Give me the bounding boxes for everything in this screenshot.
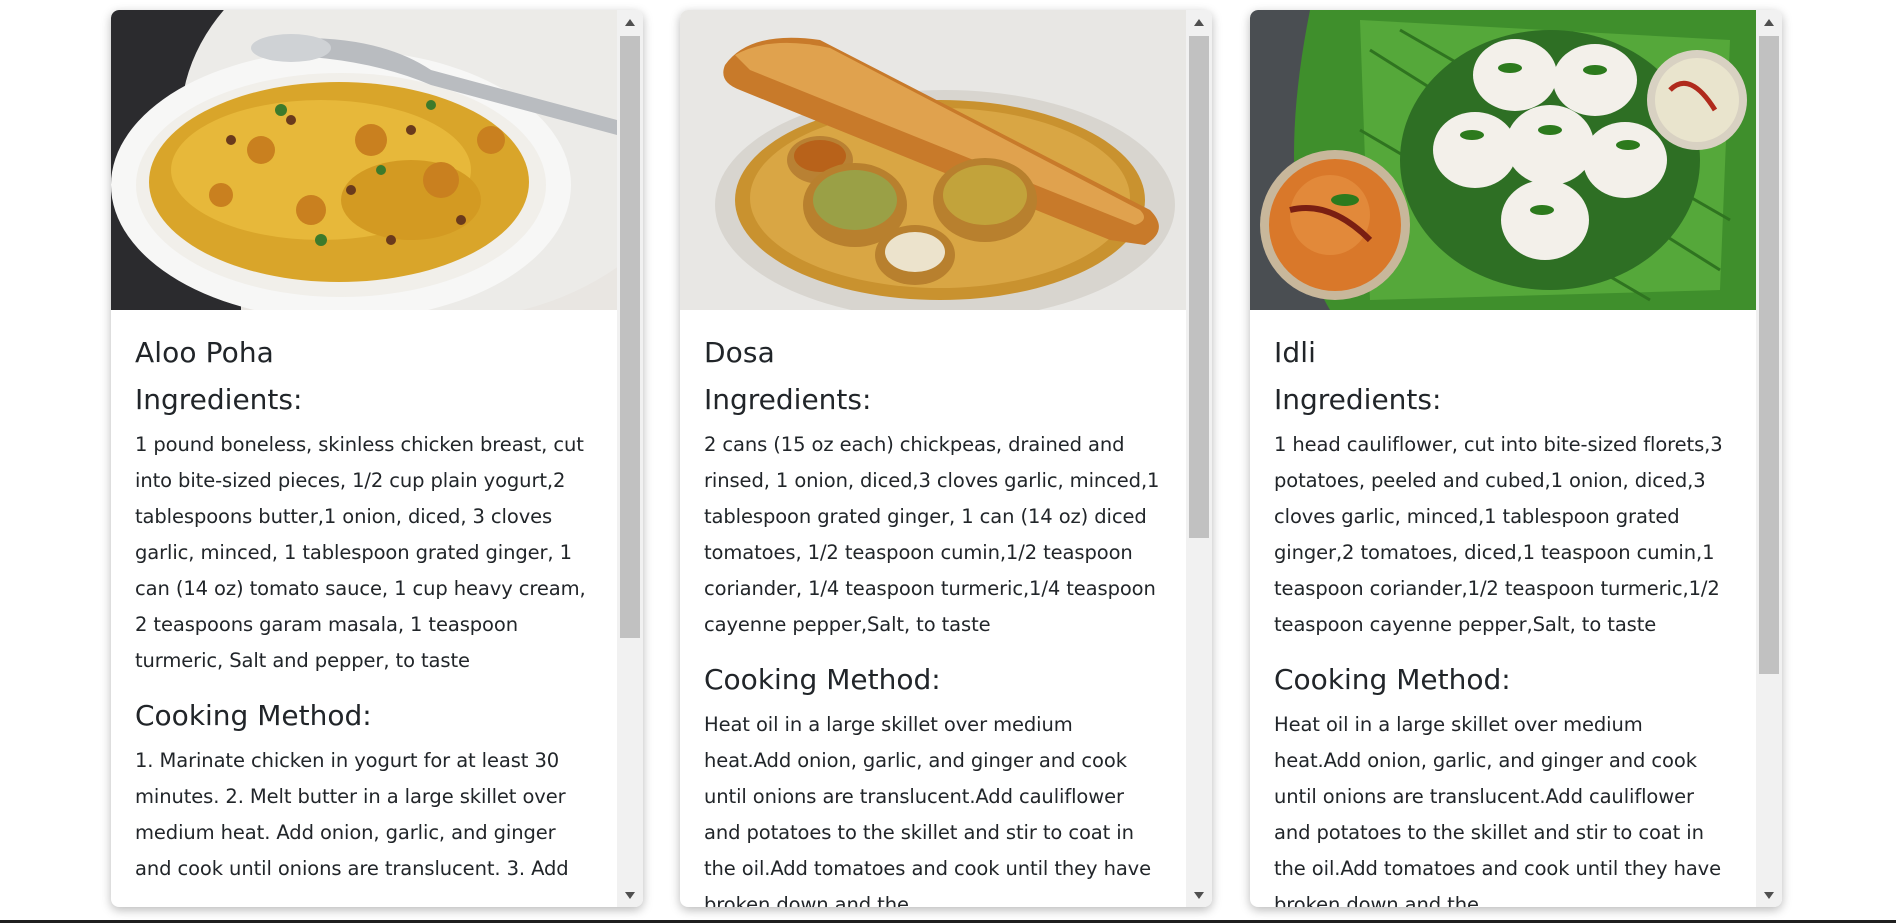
card-scrollbar[interactable]	[617, 10, 643, 907]
recipe-page: Aloo Poha Ingredients: 1 pound boneless,…	[0, 0, 1896, 923]
ingredients-heading: Ingredients:	[135, 383, 303, 416]
ingredients-text: 1 head cauliflower, cut into bite-sized …	[1274, 433, 1723, 636]
recipe-title: Dosa	[704, 336, 775, 369]
cooking-method-heading: Cooking Method:	[1274, 663, 1511, 696]
cooking-method-text: Heat oil in a large skillet over medium …	[704, 713, 1152, 907]
cooking-method-heading: Cooking Method:	[135, 699, 372, 732]
cooking-method-heading: Cooking Method:	[704, 663, 941, 696]
scroll-up-arrow-icon[interactable]	[1756, 10, 1782, 34]
ingredients-heading: Ingredients:	[1274, 383, 1442, 416]
cooking-method-text: 1. Marinate chicken in yogurt for at lea…	[135, 749, 569, 880]
recipe-card-content[interactable]: Idli Ingredients: 1 head cauliflower, cu…	[1250, 10, 1756, 907]
recipe-card-dosa: Dosa Ingredients: 2 cans (15 oz each) ch…	[680, 10, 1212, 907]
recipe-card-content[interactable]: Aloo Poha Ingredients: 1 pound boneless,…	[111, 10, 617, 907]
scroll-down-arrow-icon[interactable]	[617, 883, 643, 907]
scroll-down-arrow-icon[interactable]	[1186, 883, 1212, 907]
card-scrollbar[interactable]	[1186, 10, 1212, 907]
scrollbar-thumb[interactable]	[1759, 36, 1779, 674]
ingredients-text: 1 pound boneless, skinless chicken breas…	[135, 433, 586, 672]
recipe-image-idli	[1250, 10, 1756, 310]
ingredients-heading: Ingredients:	[704, 383, 872, 416]
recipe-image-dosa	[680, 10, 1186, 310]
ingredients-text: 2 cans (15 oz each) chickpeas, drained a…	[704, 433, 1160, 636]
recipe-card-body: Idli Ingredients: 1 head cauliflower, cu…	[1274, 332, 1734, 907]
scrollbar-thumb[interactable]	[620, 36, 640, 638]
cooking-method-text: Heat oil in a large skillet over medium …	[1274, 713, 1722, 907]
recipe-title: Aloo Poha	[135, 336, 274, 369]
scrollbar-thumb[interactable]	[1189, 36, 1209, 538]
recipe-card-aloo-poha: Aloo Poha Ingredients: 1 pound boneless,…	[111, 10, 643, 907]
recipe-card-content[interactable]: Dosa Ingredients: 2 cans (15 oz each) ch…	[680, 10, 1186, 907]
card-scrollbar[interactable]	[1756, 10, 1782, 907]
recipe-card-body: Dosa Ingredients: 2 cans (15 oz each) ch…	[704, 332, 1164, 907]
scroll-down-arrow-icon[interactable]	[1756, 883, 1782, 907]
recipe-title: Idli	[1274, 336, 1316, 369]
recipe-card-body: Aloo Poha Ingredients: 1 pound boneless,…	[135, 332, 595, 903]
scroll-up-arrow-icon[interactable]	[1186, 10, 1212, 34]
recipe-card-idli: Idli Ingredients: 1 head cauliflower, cu…	[1250, 10, 1782, 907]
scroll-up-arrow-icon[interactable]	[617, 10, 643, 34]
recipe-image-aloo-poha	[111, 10, 617, 310]
